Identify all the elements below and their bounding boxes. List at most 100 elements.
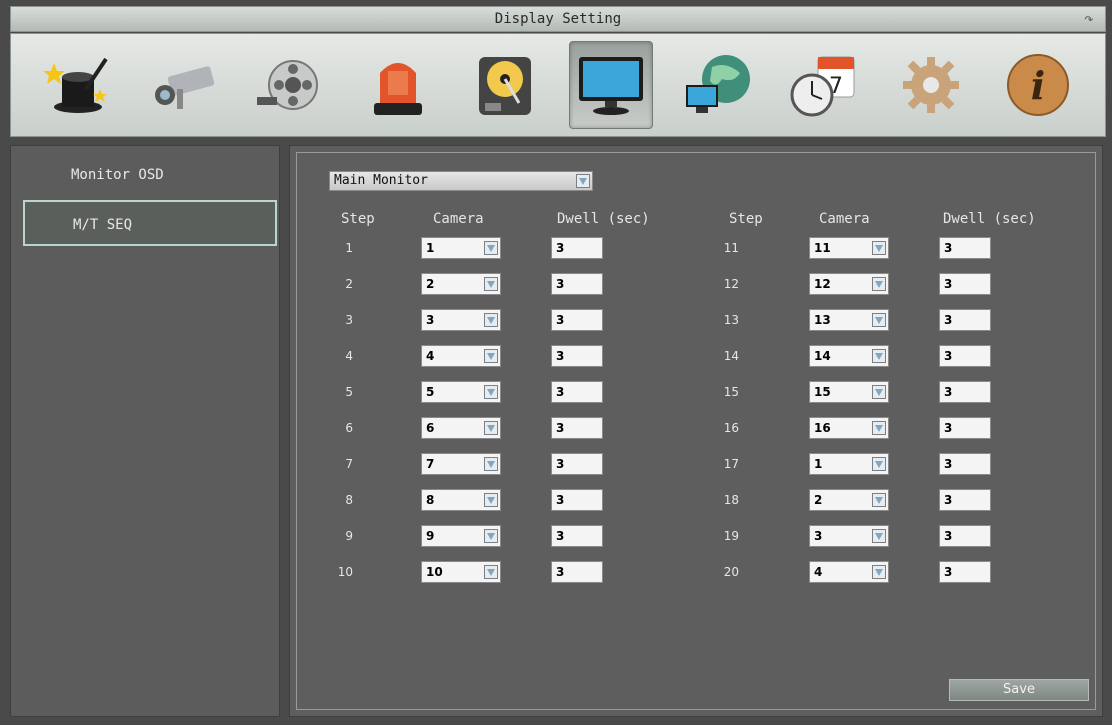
chevron-down-icon[interactable] — [484, 313, 498, 327]
dwell-input[interactable]: 3 — [939, 489, 991, 511]
chevron-down-icon[interactable] — [872, 421, 886, 435]
camera-select[interactable]: 1 — [809, 453, 889, 475]
gear-icon — [903, 57, 960, 113]
dwell-input[interactable]: 3 — [939, 381, 991, 403]
dwell-input[interactable]: 3 — [939, 561, 991, 583]
chevron-down-icon[interactable] — [576, 174, 590, 188]
toolbar-wizard[interactable] — [36, 41, 120, 129]
step-number: 3 — [345, 313, 353, 327]
toolbar-alarm[interactable] — [356, 41, 440, 129]
dwell-input[interactable]: 3 — [551, 381, 603, 403]
toolbar-info[interactable]: i — [996, 41, 1080, 129]
toolbar-record[interactable] — [249, 41, 333, 129]
camera-select-value: 1 — [426, 241, 435, 255]
dwell-input[interactable]: 3 — [551, 417, 603, 439]
dwell-input[interactable]: 3 — [551, 237, 603, 259]
camera-select-value: 2 — [814, 493, 823, 507]
camera-select[interactable]: 2 — [421, 273, 501, 295]
camera-select[interactable]: 15 — [809, 381, 889, 403]
back-icon[interactable]: ↷ — [1079, 9, 1099, 29]
chevron-down-icon[interactable] — [484, 565, 498, 579]
header-camera-right: Camera — [819, 211, 870, 227]
chevron-down-icon[interactable] — [872, 493, 886, 507]
dwell-input[interactable]: 3 — [939, 273, 991, 295]
dwell-input[interactable]: 3 — [551, 525, 603, 547]
camera-select[interactable]: 13 — [809, 309, 889, 331]
camera-select[interactable]: 3 — [421, 309, 501, 331]
main-panel: Main Monitor Step Camera Dwell (sec) Ste… — [289, 145, 1103, 717]
camera-select[interactable]: 14 — [809, 345, 889, 367]
toolbar-display[interactable] — [569, 41, 654, 129]
chevron-down-icon[interactable] — [484, 421, 498, 435]
dwell-input[interactable]: 3 — [939, 453, 991, 475]
step-number: 13 — [723, 313, 739, 327]
camera-select[interactable]: 11 — [809, 237, 889, 259]
dwell-input[interactable]: 3 — [939, 309, 991, 331]
chevron-down-icon[interactable] — [484, 457, 498, 471]
dwell-input[interactable]: 3 — [551, 453, 603, 475]
camera-select[interactable]: 8 — [421, 489, 501, 511]
chevron-down-icon[interactable] — [872, 277, 886, 291]
chevron-down-icon[interactable] — [872, 529, 886, 543]
camera-select[interactable]: 3 — [809, 525, 889, 547]
chevron-down-icon[interactable] — [872, 565, 886, 579]
step-number: 15 — [723, 385, 739, 399]
sidebar-item-monitor-osd[interactable]: Monitor OSD — [23, 152, 277, 198]
chevron-down-icon[interactable] — [872, 241, 886, 255]
camera-select[interactable]: 6 — [421, 417, 501, 439]
display-icon — [579, 57, 644, 115]
sidebar-item-mt-seq[interactable]: M/T SEQ — [23, 200, 277, 246]
camera-select[interactable]: 5 — [421, 381, 501, 403]
dwell-input[interactable]: 3 — [551, 273, 603, 295]
camera-select[interactable]: 10 — [421, 561, 501, 583]
main-toolbar: 7 i — [10, 33, 1106, 137]
camera-select[interactable]: 4 — [809, 561, 889, 583]
chevron-down-icon[interactable] — [484, 493, 498, 507]
chevron-down-icon[interactable] — [484, 349, 498, 363]
toolbar-system[interactable] — [889, 41, 973, 129]
camera-select-value: 3 — [814, 529, 823, 543]
camera-select-value: 10 — [426, 565, 443, 579]
chevron-down-icon[interactable] — [872, 385, 886, 399]
schedule-icon: 7 — [790, 56, 855, 117]
chevron-down-icon[interactable] — [484, 385, 498, 399]
step-number: 10 — [337, 565, 353, 579]
dwell-input[interactable]: 3 — [551, 561, 603, 583]
toolbar-schedule[interactable]: 7 — [782, 41, 866, 129]
camera-select[interactable]: 4 — [421, 345, 501, 367]
step-number: 19 — [723, 529, 739, 543]
step-number: 5 — [345, 385, 353, 399]
camera-select[interactable]: 16 — [809, 417, 889, 439]
dwell-input[interactable]: 3 — [939, 237, 991, 259]
camera-select[interactable]: 1 — [421, 237, 501, 259]
chevron-down-icon[interactable] — [484, 277, 498, 291]
camera-select-value: 3 — [426, 313, 435, 327]
toolbar-network[interactable] — [676, 41, 760, 129]
chevron-down-icon[interactable] — [872, 349, 886, 363]
dwell-input[interactable]: 3 — [939, 345, 991, 367]
chevron-down-icon[interactable] — [872, 313, 886, 327]
camera-select[interactable]: 7 — [421, 453, 501, 475]
toolbar-camera[interactable] — [143, 41, 227, 129]
svg-text:i: i — [1030, 63, 1044, 108]
dwell-input[interactable]: 3 — [551, 345, 603, 367]
chevron-down-icon[interactable] — [872, 457, 886, 471]
save-button[interactable]: Save — [949, 679, 1089, 701]
dwell-input[interactable]: 3 — [551, 309, 603, 331]
sidebar: Monitor OSD M/T SEQ — [10, 145, 280, 717]
chevron-down-icon[interactable] — [484, 529, 498, 543]
dwell-input[interactable]: 3 — [551, 489, 603, 511]
dwell-input[interactable]: 3 — [939, 417, 991, 439]
chevron-down-icon[interactable] — [484, 241, 498, 255]
toolbar-hdd[interactable] — [463, 41, 547, 129]
window-title: Display Setting — [494, 11, 622, 27]
record-icon — [257, 60, 319, 110]
dwell-input[interactable]: 3 — [939, 525, 991, 547]
settings-frame: Main Monitor Step Camera Dwell (sec) Ste… — [296, 152, 1096, 710]
camera-select[interactable]: 2 — [809, 489, 889, 511]
camera-select[interactable]: 12 — [809, 273, 889, 295]
step-number: 17 — [723, 457, 739, 471]
wizard-icon — [43, 57, 108, 113]
camera-select[interactable]: 9 — [421, 525, 501, 547]
monitor-select[interactable]: Main Monitor — [329, 171, 593, 191]
